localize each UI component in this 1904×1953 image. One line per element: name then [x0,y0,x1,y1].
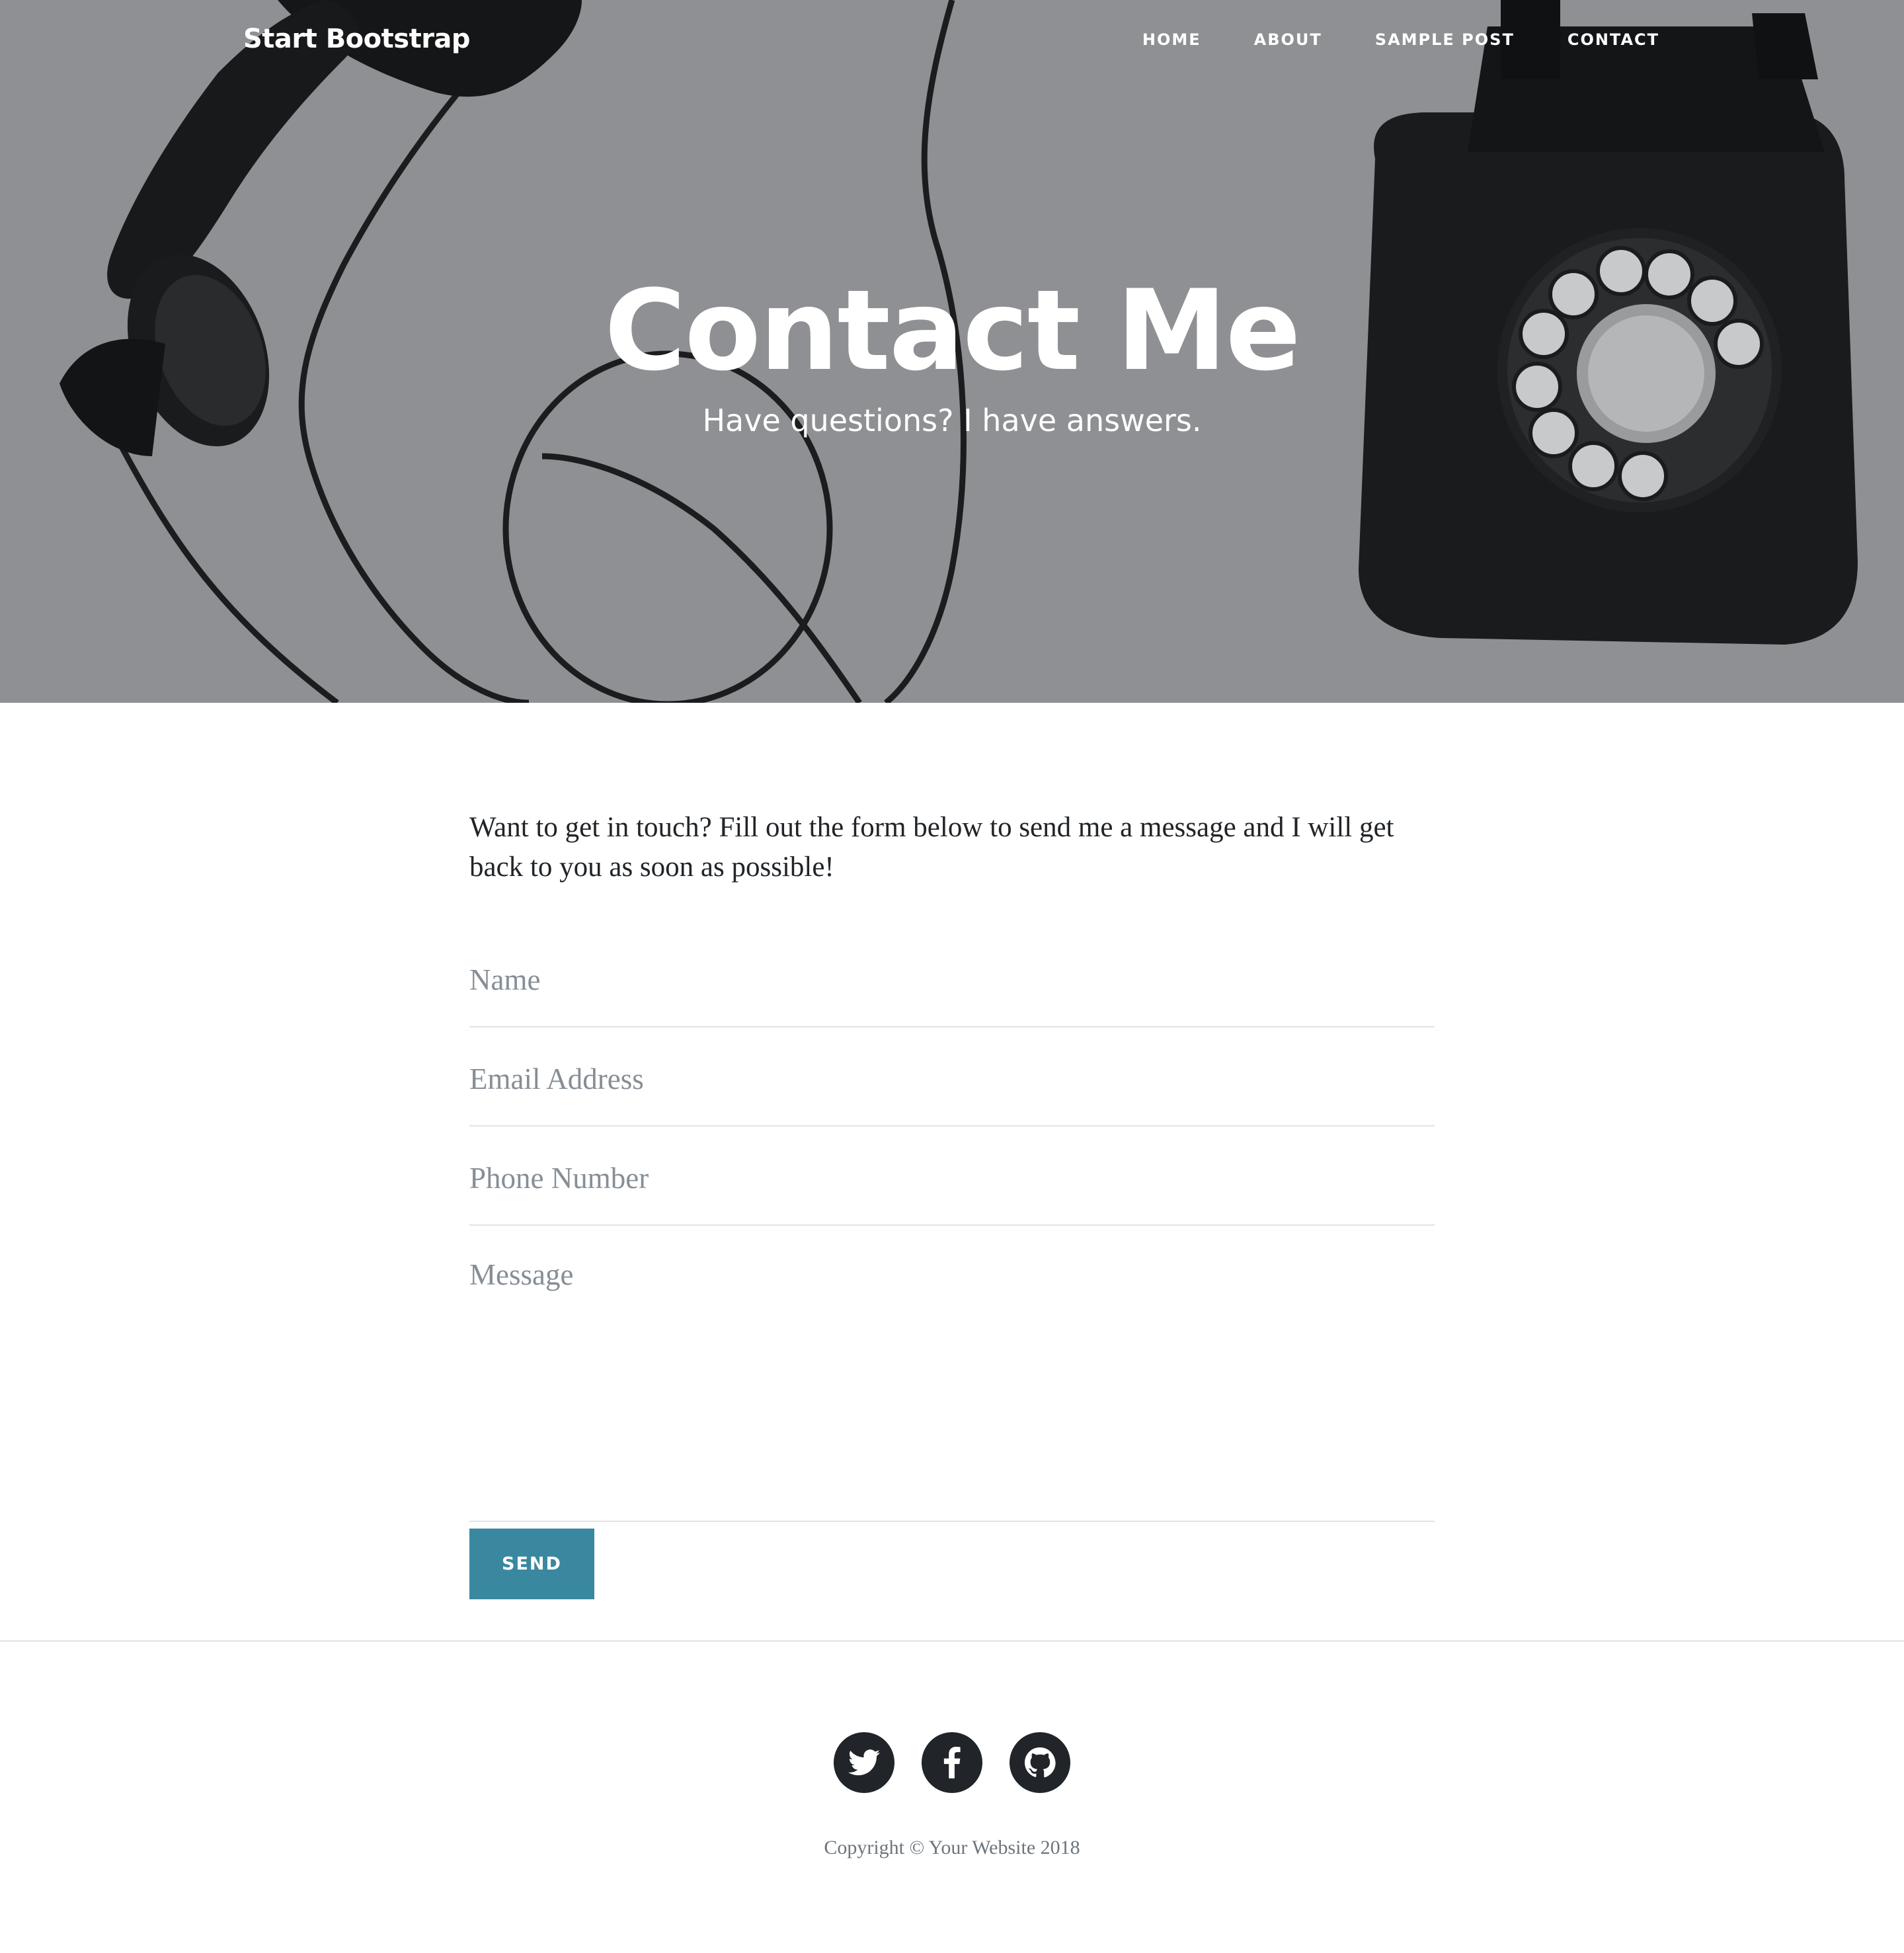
main-content: Want to get in touch? Fill out the form … [469,808,1435,1599]
facebook-icon [943,1747,961,1778]
phone-input[interactable] [469,1158,1435,1198]
email-input[interactable] [469,1059,1435,1099]
twitter-icon [848,1749,880,1776]
twitter-link[interactable] [834,1732,894,1793]
nav-link-about[interactable]: ABOUT [1254,30,1322,49]
nav-link-home[interactable]: HOME [1142,30,1201,49]
facebook-link[interactable] [922,1732,982,1793]
hero-header: Start Bootstrap HOME ABOUT SAMPLE POST C… [0,0,1904,703]
email-field-group [469,1039,1435,1127]
page-subtitle: Have questions? I have answers. [702,403,1202,438]
message-field-group [469,1238,1435,1522]
copyright-text: Copyright © Your Website 2018 [824,1837,1080,1858]
nav-link-sample-post[interactable]: SAMPLE POST [1375,30,1515,49]
name-field-group [469,940,1435,1027]
github-link[interactable] [1010,1732,1070,1793]
phone-field-group [469,1138,1435,1226]
name-input[interactable] [469,960,1435,1000]
message-textarea[interactable] [469,1257,1435,1509]
page-title: Contact Me [604,266,1301,395]
send-button[interactable]: SEND [469,1529,594,1599]
footer-divider [0,1640,1904,1642]
nav-links: HOME ABOUT SAMPLE POST CONTACT [1142,30,1659,49]
github-icon [1025,1747,1056,1778]
nav-link-contact[interactable]: CONTACT [1567,30,1659,49]
intro-text: Want to get in touch? Fill out the form … [469,812,1394,883]
main-nav: Start Bootstrap HOME ABOUT SAMPLE POST C… [0,0,1904,86]
social-links [0,1732,1904,1793]
brand-link[interactable]: Start Bootstrap [243,24,471,54]
